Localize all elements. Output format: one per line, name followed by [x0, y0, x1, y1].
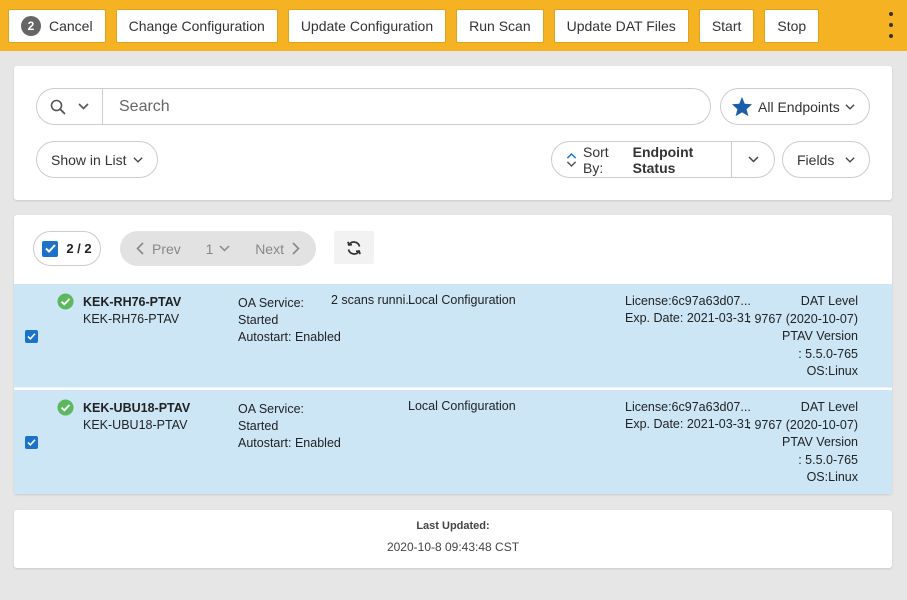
show-in-list-dropdown[interactable]: Show in List — [36, 141, 158, 178]
search-input[interactable] — [103, 89, 710, 124]
run-scan-button[interactable]: Run Scan — [456, 8, 544, 43]
sort-field-dropdown[interactable] — [732, 142, 774, 177]
prev-label: Prev — [152, 240, 181, 257]
oa-service-label: OA Service: — [238, 402, 304, 416]
chevron-left-icon — [136, 242, 144, 255]
search-panel: All Endpoints Show in List Sort By: Endp… — [14, 66, 892, 200]
prev-page-button[interactable]: Prev — [136, 241, 181, 257]
sort-value: Endpoint Status — [632, 143, 694, 176]
refresh-button[interactable] — [334, 231, 374, 264]
configuration-name: Local Configuration — [408, 293, 516, 307]
cancel-button[interactable]: 2 Cancel — [8, 8, 106, 43]
endpoint-list-panel: 2 / 2 Prev 1 Next KEK-RH76-PTAV KEK-RH76… — [14, 215, 892, 494]
expiration-date: Exp. Date: 2021-03-31 — [625, 417, 751, 431]
endpoints-filter-dropdown[interactable]: All Endpoints — [720, 88, 870, 125]
table-row[interactable]: KEK-UBU18-PTAV KEK-UBU18-PTAV OA Service… — [14, 390, 892, 494]
search-icon — [50, 99, 66, 114]
action-toolbar: 2 Cancel Change Configuration Update Con… — [0, 0, 907, 51]
endpoints-filter-label: All Endpoints — [758, 98, 840, 115]
version-info: DAT Level : 9767 (2020-10-07) PTAV Versi… — [748, 399, 859, 487]
os-info: OS:Linux — [806, 364, 858, 378]
dat-level-label: DAT Level — [800, 400, 858, 414]
autostart-status: Autostart: Enabled — [238, 436, 341, 450]
fields-dropdown[interactable]: Fields — [782, 141, 870, 178]
cancel-label: Cancel — [49, 17, 93, 34]
update-dat-files-button[interactable]: Update DAT Files — [553, 8, 689, 43]
last-updated-label: Last Updated: — [416, 520, 490, 532]
dat-level-label: DAT Level — [800, 294, 858, 308]
check-circle-icon — [57, 399, 74, 416]
license-key: License:6c97a63d07... — [625, 294, 751, 308]
chevron-right-icon — [292, 242, 300, 255]
expiration-date: Exp. Date: 2021-03-31 — [625, 311, 751, 325]
next-label: Next — [255, 240, 284, 257]
oa-service-value: Started — [238, 419, 279, 433]
chevron-down-icon — [845, 103, 855, 110]
dat-level-value: : 9767 (2020-10-07) — [747, 417, 859, 432]
fields-label: Fields — [797, 151, 835, 168]
chevron-down-icon — [219, 245, 230, 252]
sort-control: Sort By: Endpoint Status — [551, 141, 775, 178]
refresh-icon — [347, 240, 361, 255]
endpoint-hostname: KEK-RH76-PTAV — [83, 312, 180, 326]
ptav-version-label: PTAV Version — [782, 329, 858, 343]
os-info: OS:Linux — [806, 470, 858, 484]
last-updated-panel: Last Updated: 2020-10-8 09:43:48 CST — [14, 510, 892, 568]
table-row[interactable]: KEK-RH76-PTAV KEK-RH76-PTAV OA Service: … — [14, 284, 892, 388]
checkbox-icon[interactable] — [25, 436, 38, 449]
oa-service-status: OA Service: Started Autostart: Enabled — [238, 295, 341, 346]
page-number: 1 — [205, 240, 214, 257]
next-page-button[interactable]: Next — [255, 241, 300, 257]
change-configuration-button[interactable]: Change Configuration — [115, 8, 278, 43]
start-button[interactable]: Start — [698, 8, 755, 43]
ptav-version-value: : 5.5.0-765 — [798, 346, 858, 361]
endpoint-hostname: KEK-UBU18-PTAV — [83, 418, 188, 432]
check-circle-icon — [57, 293, 74, 310]
search-scope-dropdown[interactable] — [37, 89, 103, 124]
license-info: License:6c97a63d07... Exp. Date: 2021-03… — [625, 293, 751, 327]
license-key: License:6c97a63d07... — [625, 400, 751, 414]
ptav-version-value: : 5.5.0-765 — [798, 452, 858, 467]
chevron-down-icon — [78, 103, 89, 110]
select-all-toggle[interactable]: 2 / 2 — [33, 231, 101, 266]
license-info: License:6c97a63d07... Exp. Date: 2021-03… — [625, 399, 751, 433]
sort-direction-button[interactable]: Sort By: Endpoint Status — [552, 142, 732, 177]
configuration-name: Local Configuration — [408, 399, 516, 413]
chevron-down-icon — [845, 156, 855, 163]
oa-service-label: OA Service: — [238, 296, 304, 310]
kebab-menu-icon[interactable] — [887, 12, 895, 38]
page-select[interactable]: 1 — [206, 241, 231, 257]
oa-service-value: Started — [238, 313, 279, 327]
show-in-list-label: Show in List — [51, 151, 127, 168]
stop-button[interactable]: Stop — [764, 8, 820, 43]
autostart-status: Autostart: Enabled — [238, 330, 341, 344]
chevron-down-icon — [747, 156, 759, 163]
search-box — [36, 88, 711, 125]
scan-status: 2 scans runni... — [331, 293, 416, 307]
checkbox-icon — [42, 240, 59, 257]
sort-icon — [566, 152, 577, 167]
selection-count-badge: 2 — [21, 15, 41, 36]
last-updated-timestamp: 2020-10-8 09:43:48 CST — [386, 540, 520, 554]
version-info: DAT Level : 9767 (2020-10-07) PTAV Versi… — [748, 293, 859, 381]
star-icon — [731, 96, 753, 117]
dat-level-value: : 9767 (2020-10-07) — [747, 311, 859, 326]
endpoint-name[interactable]: KEK-UBU18-PTAV — [83, 401, 190, 415]
chevron-down-icon — [133, 156, 143, 163]
selection-count: 2 / 2 — [66, 241, 92, 256]
update-configuration-button[interactable]: Update Configuration — [287, 8, 447, 43]
endpoint-name[interactable]: KEK-RH76-PTAV — [83, 295, 181, 309]
sort-prefix: Sort By: — [583, 143, 609, 176]
oa-service-status: OA Service: Started Autostart: Enabled — [238, 401, 341, 452]
ptav-version-label: PTAV Version — [782, 435, 858, 449]
pagination: Prev 1 Next — [120, 231, 316, 266]
checkbox-icon[interactable] — [25, 330, 38, 343]
